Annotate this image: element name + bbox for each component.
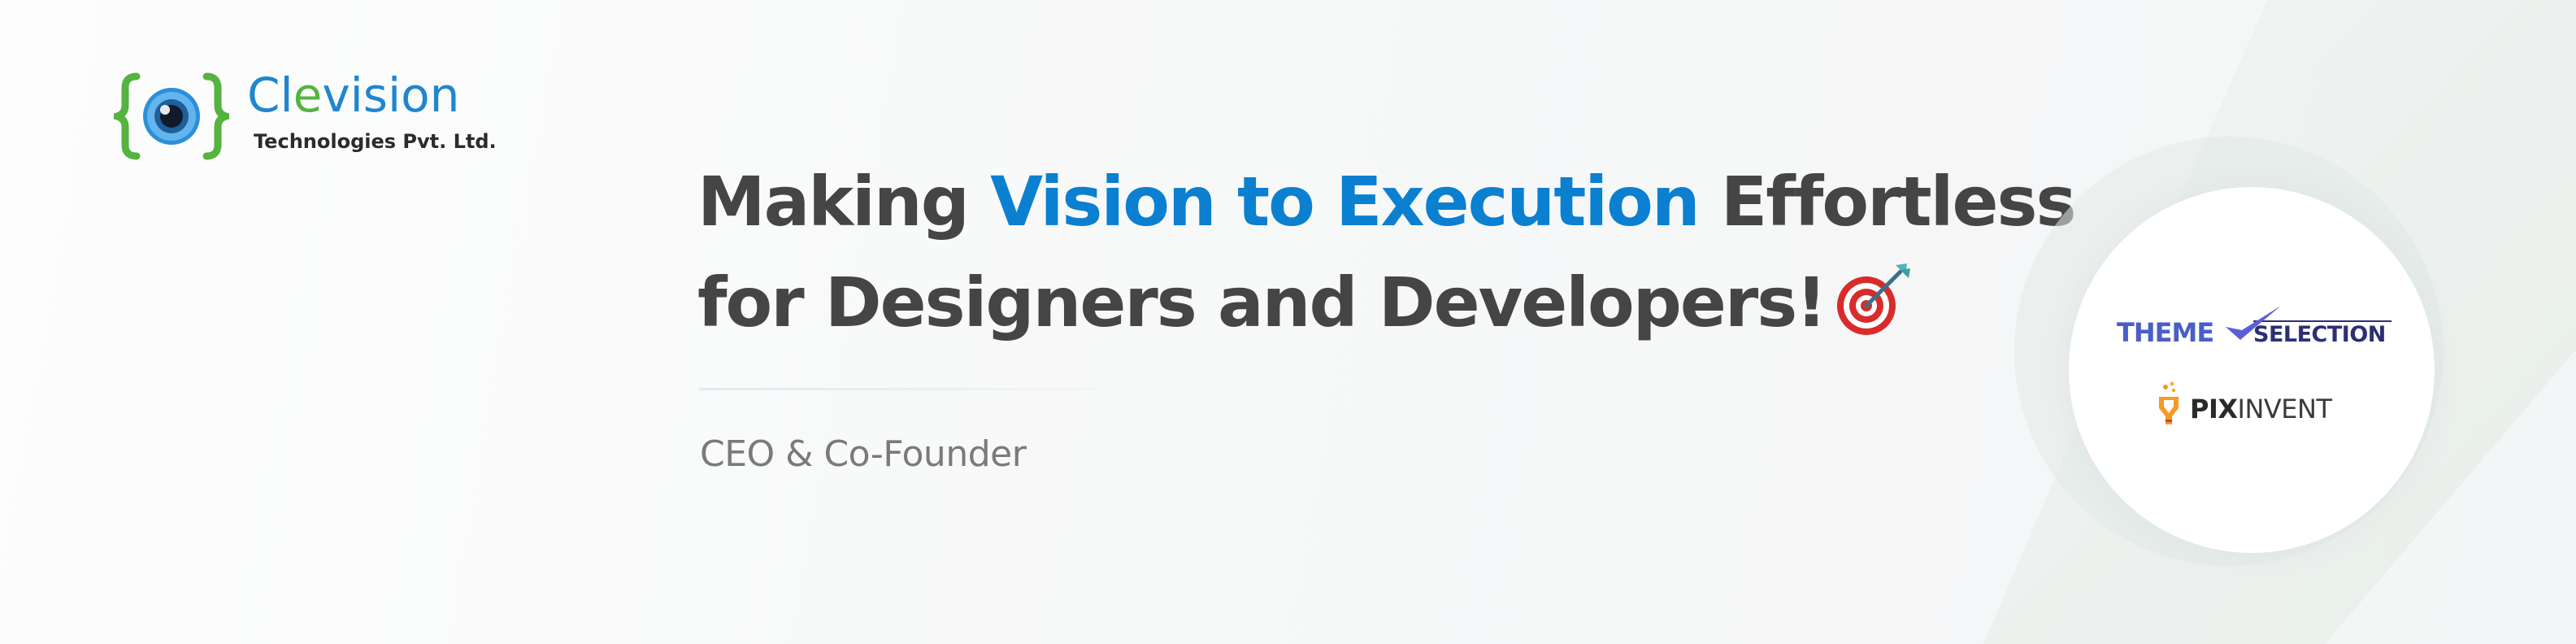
headline-accent: Vision to Execution <box>990 162 1701 242</box>
headline-prefix: Making <box>697 162 991 242</box>
themeselection-selection-text: SELECTION <box>2253 322 2386 347</box>
company-logo: Clevision Technologies Pvt. Ltd. <box>114 67 504 161</box>
logo-subtitle: Technologies Pvt. Ltd. <box>254 130 497 153</box>
themeselection-logo: THEME SELECTION <box>2117 302 2393 359</box>
logo-word-part3: vision <box>322 67 460 123</box>
pixinvent-invent-text: INVENT <box>2237 394 2332 424</box>
headline: Making Vision to Execution Effortless fo… <box>697 151 2076 353</box>
headline-line-2-text: for Designers and Developers! <box>697 263 1827 342</box>
lightbulb-icon <box>2159 381 2179 424</box>
role-title: CEO & Co-Founder <box>700 433 1027 475</box>
direct-hit-target-icon <box>1836 263 1910 336</box>
logo-word-part1: Cl <box>247 67 293 123</box>
headline-line-2: for Designers and Developers! <box>697 252 1998 353</box>
eye-in-braces-icon <box>114 72 229 160</box>
profile-banner: Clevision Technologies Pvt. Ltd. Making … <box>0 0 2576 644</box>
headline-line-1: Making Vision to Execution Effortless <box>697 151 2076 252</box>
logo-wordmark: Clevision <box>247 67 459 124</box>
divider <box>699 388 1096 390</box>
pixinvent-logo: PIXINVENT <box>2154 379 2365 436</box>
pixinvent-wordmark: PIXINVENT <box>2190 394 2332 424</box>
headline-suffix: Effortless <box>1698 162 2077 242</box>
logo-word-part2: e <box>293 67 323 123</box>
themeselection-theme-text: THEME <box>2117 317 2214 348</box>
brand-circle <box>2069 187 2435 553</box>
pixinvent-pix-text: PIX <box>2190 394 2238 424</box>
